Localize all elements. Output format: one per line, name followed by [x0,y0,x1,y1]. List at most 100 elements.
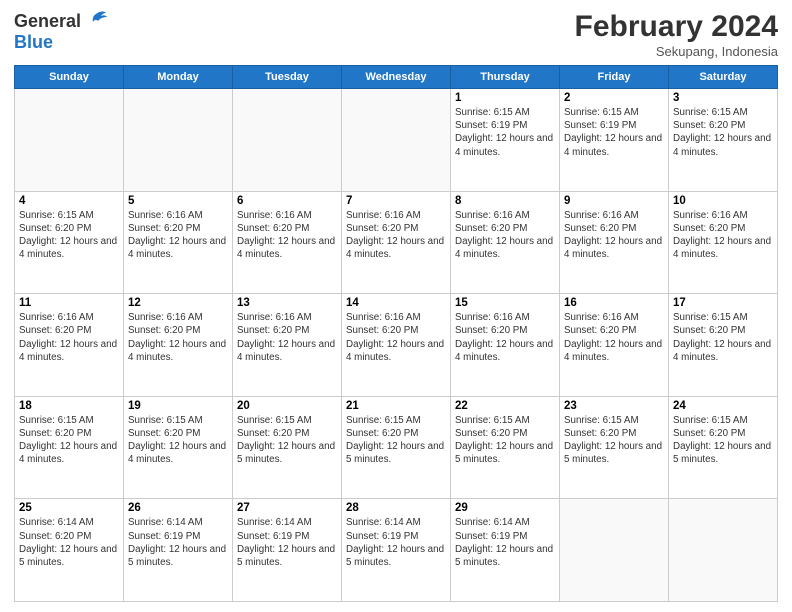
cell-info: Sunrise: 6:15 AM Sunset: 6:20 PM Dayligh… [237,414,337,467]
day-number: 20 [237,400,337,412]
cell-info: Sunrise: 6:15 AM Sunset: 6:20 PM Dayligh… [128,414,228,467]
day-number: 23 [564,400,664,412]
calendar-cell: 23 Sunrise: 6:15 AM Sunset: 6:20 PM Dayli… [560,396,669,499]
cell-info: Sunrise: 6:15 AM Sunset: 6:20 PM Dayligh… [564,414,664,467]
day-number: 29 [455,502,555,514]
calendar-cell: 26 Sunrise: 6:14 AM Sunset: 6:19 PM Dayli… [124,499,233,602]
calendar-cell: 10 Sunrise: 6:16 AM Sunset: 6:20 PM Dayli… [669,191,778,294]
cell-info: Sunrise: 6:15 AM Sunset: 6:20 PM Dayligh… [673,414,773,467]
page: General Blue February 2024 Sekupang, Ind… [0,0,792,612]
calendar-dow-tuesday: Tuesday [233,66,342,89]
calendar-cell: 28 Sunrise: 6:14 AM Sunset: 6:19 PM Dayli… [342,499,451,602]
logo: General Blue [14,10,108,53]
calendar-cell: 9 Sunrise: 6:16 AM Sunset: 6:20 PM Daylig… [560,191,669,294]
calendar-cell: 18 Sunrise: 6:15 AM Sunset: 6:20 PM Dayli… [15,396,124,499]
calendar-cell: 27 Sunrise: 6:14 AM Sunset: 6:19 PM Dayli… [233,499,342,602]
calendar-cell: 20 Sunrise: 6:15 AM Sunset: 6:20 PM Dayli… [233,396,342,499]
cell-info: Sunrise: 6:15 AM Sunset: 6:20 PM Dayligh… [346,414,446,467]
cell-info: Sunrise: 6:14 AM Sunset: 6:19 PM Dayligh… [455,516,555,569]
day-number: 26 [128,502,228,514]
day-number: 8 [455,195,555,207]
cell-info: Sunrise: 6:14 AM Sunset: 6:19 PM Dayligh… [346,516,446,569]
calendar-dow-friday: Friday [560,66,669,89]
location: Sekupang, Indonesia [575,44,778,59]
calendar-cell: 16Sunrise: 6:16 AM Sunset: 6:20 PM Dayli… [560,294,669,397]
calendar-cell: 7 Sunrise: 6:16 AM Sunset: 6:20 PM Daylig… [342,191,451,294]
cell-info: Sunrise: 6:16 AM Sunset: 6:20 PM Dayligh… [128,311,228,364]
day-number: 2 [564,92,664,104]
calendar-cell [15,89,124,192]
calendar-header-row: SundayMondayTuesdayWednesdayThursdayFrid… [15,66,778,89]
calendar-dow-monday: Monday [124,66,233,89]
cell-info: Sunrise: 6:15 AM Sunset: 6:20 PM Dayligh… [673,311,773,364]
day-number: 14 [346,297,446,309]
calendar-cell: 14 Sunrise: 6:16 AM Sunset: 6:20 PM Dayli… [342,294,451,397]
cell-info: Sunrise: 6:14 AM Sunset: 6:19 PM Dayligh… [237,516,337,569]
day-number: 10 [673,195,773,207]
logo-general: General [14,11,81,32]
calendar-cell: 22Sunrise: 6:15 AM Sunset: 6:20 PM Dayli… [451,396,560,499]
calendar-cell: 13 Sunrise: 6:16 AM Sunset: 6:20 PM Dayli… [233,294,342,397]
day-number: 4 [19,195,119,207]
cell-info: Sunrise: 6:16 AM Sunset: 6:20 PM Dayligh… [673,209,773,262]
day-number: 24 [673,400,773,412]
day-number: 15 [455,297,555,309]
calendar-cell: 1 Sunrise: 6:15 AM Sunset: 6:19 PM Daylig… [451,89,560,192]
day-number: 18 [19,400,119,412]
cell-info: Sunrise: 6:16 AM Sunset: 6:20 PM Dayligh… [19,311,119,364]
cell-info: Sunrise: 6:16 AM Sunset: 6:20 PM Dayligh… [455,311,555,364]
day-number: 3 [673,92,773,104]
day-number: 21 [346,400,446,412]
day-number: 19 [128,400,228,412]
header: General Blue February 2024 Sekupang, Ind… [14,10,778,59]
day-number: 12 [128,297,228,309]
day-number: 11 [19,297,119,309]
calendar-week-3: 18 Sunrise: 6:15 AM Sunset: 6:20 PM Dayli… [15,396,778,499]
calendar-dow-wednesday: Wednesday [342,66,451,89]
calendar-cell: 29 Sunrise: 6:14 AM Sunset: 6:19 PM Dayli… [451,499,560,602]
cell-info: Sunrise: 6:16 AM Sunset: 6:20 PM Dayligh… [346,311,446,364]
day-number: 9 [564,195,664,207]
month-title: February 2024 [575,10,778,44]
day-number: 7 [346,195,446,207]
day-number: 27 [237,502,337,514]
calendar-cell: 12 Sunrise: 6:16 AM Sunset: 6:20 PM Dayli… [124,294,233,397]
calendar-week-2: 11 Sunrise: 6:16 AM Sunset: 6:20 PM Dayli… [15,294,778,397]
day-number: 28 [346,502,446,514]
cell-info: Sunrise: 6:14 AM Sunset: 6:19 PM Dayligh… [128,516,228,569]
day-number: 5 [128,195,228,207]
cell-info: Sunrise: 6:15 AM Sunset: 6:19 PM Dayligh… [455,106,555,159]
calendar-dow-saturday: Saturday [669,66,778,89]
calendar-week-1: 4 Sunrise: 6:15 AM Sunset: 6:20 PM Daylig… [15,191,778,294]
calendar-table: SundayMondayTuesdayWednesdayThursdayFrid… [14,65,778,602]
calendar-cell: 3Sunrise: 6:15 AM Sunset: 6:20 PM Daylig… [669,89,778,192]
calendar-cell [233,89,342,192]
cell-info: Sunrise: 6:16 AM Sunset: 6:20 PM Dayligh… [346,209,446,262]
calendar-dow-sunday: Sunday [15,66,124,89]
cell-info: Sunrise: 6:16 AM Sunset: 6:20 PM Dayligh… [237,311,337,364]
cell-info: Sunrise: 6:16 AM Sunset: 6:20 PM Dayligh… [237,209,337,262]
calendar-cell: 25 Sunrise: 6:14 AM Sunset: 6:20 PM Dayli… [15,499,124,602]
calendar-cell: 24 Sunrise: 6:15 AM Sunset: 6:20 PM Dayli… [669,396,778,499]
day-number: 25 [19,502,119,514]
cell-info: Sunrise: 6:15 AM Sunset: 6:20 PM Dayligh… [19,209,119,262]
day-number: 13 [237,297,337,309]
calendar-cell: 2Sunrise: 6:15 AM Sunset: 6:19 PM Daylig… [560,89,669,192]
calendar-week-0: 1 Sunrise: 6:15 AM Sunset: 6:19 PM Daylig… [15,89,778,192]
calendar-cell [124,89,233,192]
cell-info: Sunrise: 6:16 AM Sunset: 6:20 PM Dayligh… [564,209,664,262]
day-number: 6 [237,195,337,207]
day-number: 1 [455,92,555,104]
calendar-cell: 6 Sunrise: 6:16 AM Sunset: 6:20 PM Daylig… [233,191,342,294]
calendar-cell: 19 Sunrise: 6:15 AM Sunset: 6:20 PM Dayli… [124,396,233,499]
logo-blue: Blue [14,32,53,52]
cell-info: Sunrise: 6:15 AM Sunset: 6:20 PM Dayligh… [19,414,119,467]
calendar-cell: 21 Sunrise: 6:15 AM Sunset: 6:20 PM Dayli… [342,396,451,499]
calendar-cell [560,499,669,602]
cell-info: Sunrise: 6:14 AM Sunset: 6:20 PM Dayligh… [19,516,119,569]
day-number: 22 [455,400,555,412]
calendar-cell: 15 Sunrise: 6:16 AM Sunset: 6:20 PM Dayli… [451,294,560,397]
day-number: 17 [673,297,773,309]
cell-info: Sunrise: 6:16 AM Sunset: 6:20 PM Dayligh… [564,311,664,364]
cell-info: Sunrise: 6:16 AM Sunset: 6:20 PM Dayligh… [128,209,228,262]
